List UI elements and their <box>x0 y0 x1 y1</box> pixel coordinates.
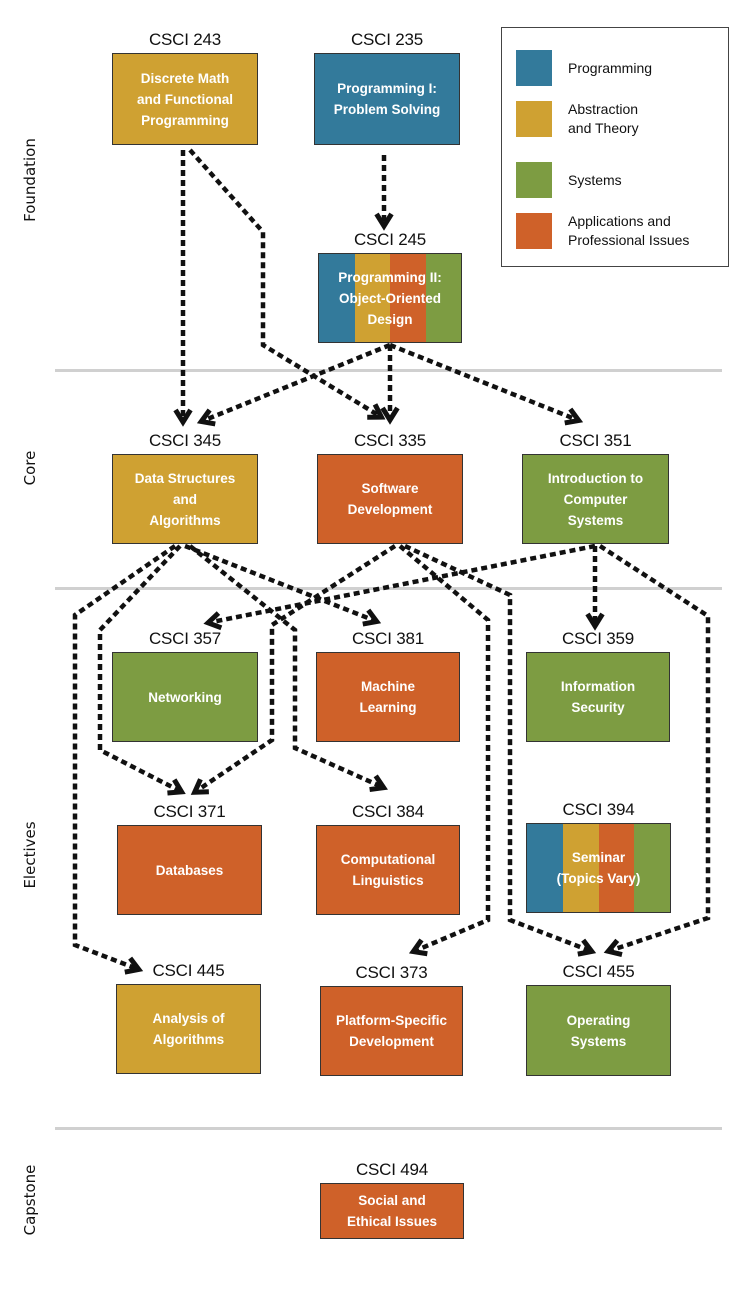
category-legend: Programming Abstraction and Theory Syste… <box>501 27 729 267</box>
course-code-csci351: CSCI 351 <box>559 431 632 450</box>
course-title: Discrete Math and Functional Programming <box>137 70 233 128</box>
edge-line <box>389 342 576 422</box>
legend-item-programming: Programming <box>516 50 652 86</box>
arrowhead-icon <box>585 612 605 631</box>
course-node-csci359[interactable]: Information Security <box>526 652 670 742</box>
arrowhead-icon <box>167 778 186 796</box>
prerequisite-edge-csci245-to-csci351 <box>389 342 584 426</box>
course-title: Programming I: Problem Solving <box>333 81 441 117</box>
prerequisite-edge-csci243-to-csci345 <box>173 150 193 427</box>
edge-line <box>211 543 596 625</box>
course-node-csci335[interactable]: Software Development <box>317 454 463 544</box>
tier-label-capstone: Capstone <box>21 1164 39 1236</box>
legend-item-abstraction: Abstraction and Theory <box>516 100 639 138</box>
tier-label-foundation: Foundation <box>21 138 39 222</box>
course-code-csci373: CSCI 373 <box>355 963 428 982</box>
arrowhead-icon <box>124 956 144 975</box>
tier-label-electives: Electives <box>21 821 39 889</box>
course-node-csci455[interactable]: Operating Systems <box>526 985 671 1076</box>
course-title: Seminar (Topics Vary) <box>556 850 641 886</box>
legend-swatch-applications <box>516 213 552 249</box>
course-code-csci445: CSCI 445 <box>152 961 225 980</box>
prerequisite-edge-csci351-to-csci359 <box>585 546 605 631</box>
tier-divider-core-electives <box>55 587 722 590</box>
course-code-csci235: CSCI 235 <box>350 30 424 49</box>
legend-label: Systems <box>568 171 622 188</box>
course-title: Software Development <box>347 481 433 517</box>
arrowhead-icon <box>190 778 209 795</box>
course-title: Programming II: Object-Oriented Design <box>338 269 442 327</box>
prerequisite-edge-csci345-to-csci381 <box>184 543 382 627</box>
course-title: Platform-Specific Development <box>335 1013 448 1049</box>
course-title: Networking <box>148 689 222 705</box>
arrowhead-icon <box>367 403 386 420</box>
arrowhead-icon <box>408 938 428 957</box>
course-node-csci357[interactable]: Networking <box>112 652 258 742</box>
course-code-csci371: CSCI 371 <box>153 802 226 821</box>
course-code-csci455: CSCI 455 <box>562 962 635 981</box>
course-node-csci445[interactable]: Analysis of Algorithms <box>116 984 261 1074</box>
tier-divider-foundation-core <box>55 369 722 372</box>
course-code-csci381: CSCI 381 <box>351 629 425 648</box>
arrowhead-icon <box>173 408 193 427</box>
arrowhead-icon <box>564 407 584 426</box>
course-node-csci345[interactable]: Data Structures and Algorithms <box>112 454 258 544</box>
legend-label: Programming <box>568 59 653 76</box>
course-node-csci394[interactable]: Seminar (Topics Vary) <box>526 823 671 913</box>
course-code-csci394: CSCI 394 <box>562 800 635 819</box>
edge-line <box>204 342 391 423</box>
course-node-csci373[interactable]: Platform-Specific Development <box>320 986 463 1076</box>
legend-swatch-systems <box>516 162 552 198</box>
course-code-csci359: CSCI 359 <box>561 629 635 648</box>
course-code-csci243: CSCI 243 <box>148 30 222 49</box>
edge-line <box>184 543 374 623</box>
legend-label: Abstraction and Theory <box>568 101 639 136</box>
course-code-csci494: CSCI 494 <box>355 1160 429 1179</box>
legend-swatch-programming <box>516 50 552 86</box>
legend-item-systems: Systems <box>516 162 622 198</box>
prerequisite-edge-csci235-to-csci245 <box>374 155 394 231</box>
course-node-csci245[interactable]: Programming II: Object-Oriented Design <box>318 253 462 343</box>
course-title: Computational Linguistics <box>340 852 436 888</box>
course-title: Introduction to Computer Systems <box>547 470 644 528</box>
course-code-csci357: CSCI 357 <box>148 629 222 648</box>
arrowhead-icon <box>577 938 597 957</box>
course-node-csci235[interactable]: Programming I: Problem Solving <box>314 53 460 145</box>
course-title: Operating Systems <box>566 1012 631 1049</box>
course-node-csci351[interactable]: Introduction to Computer Systems <box>522 454 669 544</box>
legend-swatch-abstraction <box>516 101 552 137</box>
course-code-csci384: CSCI 384 <box>351 802 425 821</box>
course-node-csci384[interactable]: Computational Linguistics <box>316 825 460 915</box>
course-node-csci243[interactable]: Discrete Math and Functional Programming <box>112 53 258 145</box>
course-node-csci371[interactable]: Databases <box>117 825 262 915</box>
course-title: Machine Learning <box>359 679 417 715</box>
course-title: Social and Ethical Issues <box>346 1193 438 1229</box>
arrowhead-icon <box>603 938 623 957</box>
course-code-csci245: CSCI 245 <box>353 230 427 249</box>
arrowhead-icon <box>203 611 223 631</box>
arrowhead-icon <box>196 408 216 427</box>
arrowhead-icon <box>380 406 400 425</box>
prerequisite-edge-csci245-to-csci335 <box>380 345 400 425</box>
course-node-csci494[interactable]: Social and Ethical Issues <box>320 1183 464 1239</box>
arrowhead-icon <box>369 774 388 793</box>
course-title: Analysis of Algorithms <box>152 1011 225 1047</box>
tier-label-core: Core <box>21 450 39 486</box>
legend-item-applications: Applications and Professional Issues <box>516 212 689 250</box>
course-title: Information Security <box>560 679 636 715</box>
course-code-csci345: CSCI 345 <box>148 431 222 450</box>
arrowhead-icon <box>374 212 394 231</box>
course-code-csci335: CSCI 335 <box>353 431 427 450</box>
arrowhead-icon <box>362 608 382 627</box>
legend-label: Applications and Professional Issues <box>568 213 690 248</box>
tier-divider-electives-capstone <box>55 1127 722 1130</box>
course-title: Data Structures and Algorithms <box>134 470 236 528</box>
prerequisite-edge-csci245-to-csci345 <box>196 342 391 427</box>
course-node-csci381[interactable]: Machine Learning <box>316 652 460 742</box>
course-title: Databases <box>155 862 224 878</box>
